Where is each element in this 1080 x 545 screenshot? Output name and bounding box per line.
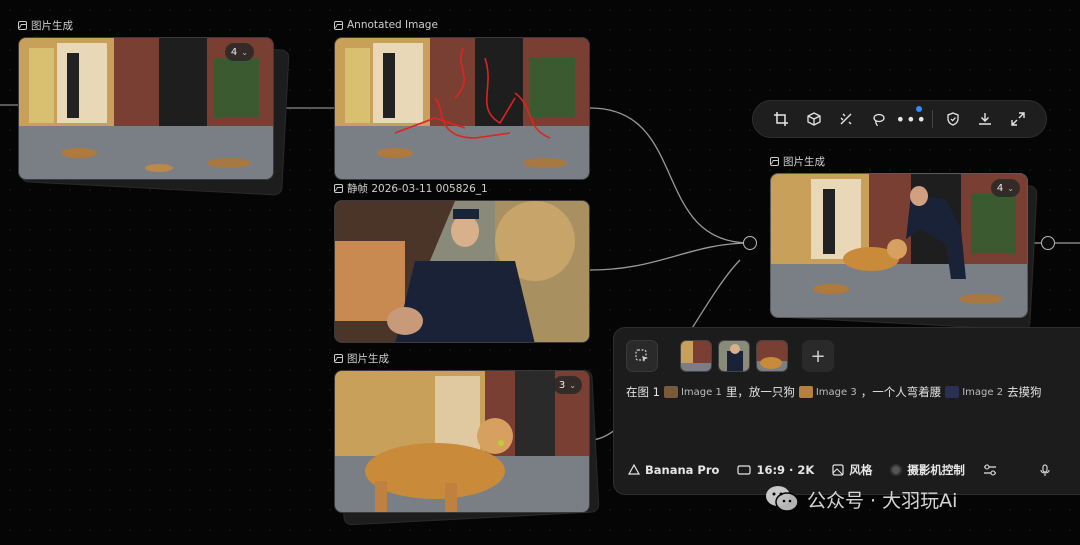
prompt-input[interactable]: 在图 1 Image 1 里，放一只狗 Image 3 ，一个人弯着腰 Imag… [626,384,1080,400]
image-node-4[interactable]: 图片生成 3 ⌄ [334,353,600,526]
node-title-text: Annotated Image [347,19,438,31]
add-reference-button[interactable]: + [802,340,834,372]
select-area-button[interactable] [626,340,658,372]
node-title: 图片生成 [18,17,73,33]
aspect-ratio-icon [737,465,752,475]
watermark-text: 公众号 · 大羽玩Ai [807,489,958,512]
image-icon [18,20,27,30]
input-handle-n5[interactable] [743,236,757,250]
variant-count: 4 [230,46,238,58]
chevron-down-icon: ⌄ [569,380,576,390]
generation-settings: Banana Pro 16:9 · 2K 风格 摄影机控制 [628,462,997,478]
image-icon [334,353,343,363]
edge-n3-n5 [589,242,751,271]
image-node-2[interactable]: Annotated Image [334,19,590,180]
chevron-down-icon: ⌄ [241,47,248,57]
image-ref-thumb [663,386,678,398]
prompt-text-segment: 里，放一只狗 [725,385,795,399]
variant-count-badge[interactable]: 4 ⌄ [990,179,1020,197]
reference-thumb-2[interactable] [718,340,750,372]
style-selector[interactable]: 风格 [832,462,872,478]
cursor-select-icon [635,349,648,362]
image-icon [770,156,779,166]
node-image [334,37,590,180]
chevron-down-icon: ⌄ [1007,183,1014,193]
image-ref-chip-3[interactable]: Image 3 [798,386,857,398]
edge-n2-n5 [589,107,751,244]
node-image [334,200,590,343]
watermark: 公众号 · 大羽玩Ai [765,485,957,513]
prompt-text-segment: 去摸狗 [1007,385,1042,399]
prompt-panel: + 在图 1 Image 1 里，放一只狗 Image 3 ，一个人弯着腰 Im… [613,327,1080,495]
expand-icon[interactable] [1002,104,1035,134]
cube-icon[interactable] [798,104,831,134]
image-node-3[interactable]: 静帧 2026-03-11 005826_1 [334,183,590,343]
model-icon [628,464,640,475]
plus-icon: + [810,345,826,367]
image-toolbar: ••• [752,100,1047,138]
toolbar-divider [931,110,933,128]
prompt-text-segment: ，一个人弯着腰 [860,385,942,399]
node-image [770,173,1028,318]
wechat-icon [765,485,799,513]
prompt-text-segment: 在图 1 [626,385,660,399]
image-ref-chip-1[interactable]: Image 1 [663,386,722,398]
magic-eraser-icon[interactable] [830,104,863,134]
crop-icon[interactable] [765,104,798,134]
download-icon[interactable] [969,104,1002,134]
node-title: 图片生成 [334,350,389,366]
settings-sliders-button[interactable] [983,464,997,476]
variant-count: 4 [996,182,1004,194]
reference-thumb-1[interactable] [680,340,712,372]
node-title-text: 图片生成 [783,155,825,168]
image-icon [334,183,343,193]
model-selector[interactable]: Banana Pro [628,463,719,477]
image-icon [334,20,343,30]
microphone-icon[interactable] [1040,464,1050,480]
image-node-1[interactable]: 图片生成 4 ⌄ [18,20,290,196]
variant-count: 3 [558,379,566,391]
node-image [334,370,590,513]
variant-count-badge[interactable]: 3 ⌄ [552,376,582,394]
image-ref-thumb [945,386,960,398]
reference-images: + [626,340,834,372]
more-icon[interactable]: ••• [895,104,928,134]
node-title-text: 图片生成 [347,352,389,365]
variant-count-badge[interactable]: 4 ⌄ [224,43,254,61]
image-node-5[interactable]: 图片生成 4 ⌄ [770,156,1038,331]
node-title-text: 静帧 2026-03-11 005826_1 [347,182,488,195]
style-icon [832,464,844,476]
node-title: Annotated Image [334,17,438,33]
node-title: 图片生成 [770,153,825,169]
lasso-icon[interactable] [863,104,896,134]
image-ref-thumb [798,386,813,398]
image-ref-chip-2[interactable]: Image 2 [945,386,1003,398]
camera-control-button[interactable]: 摄影机控制 [890,462,965,478]
sliders-icon [983,464,996,476]
node-title: 静帧 2026-03-11 005826_1 [334,180,488,196]
aspect-ratio-selector[interactable]: 16:9 · 2K [737,463,814,477]
node-title-text: 图片生成 [31,19,73,32]
shield-icon[interactable] [937,104,970,134]
camera-icon [890,464,903,476]
notification-dot [915,106,922,112]
output-handle-n5[interactable] [1041,236,1055,250]
reference-thumb-3[interactable] [756,340,788,372]
